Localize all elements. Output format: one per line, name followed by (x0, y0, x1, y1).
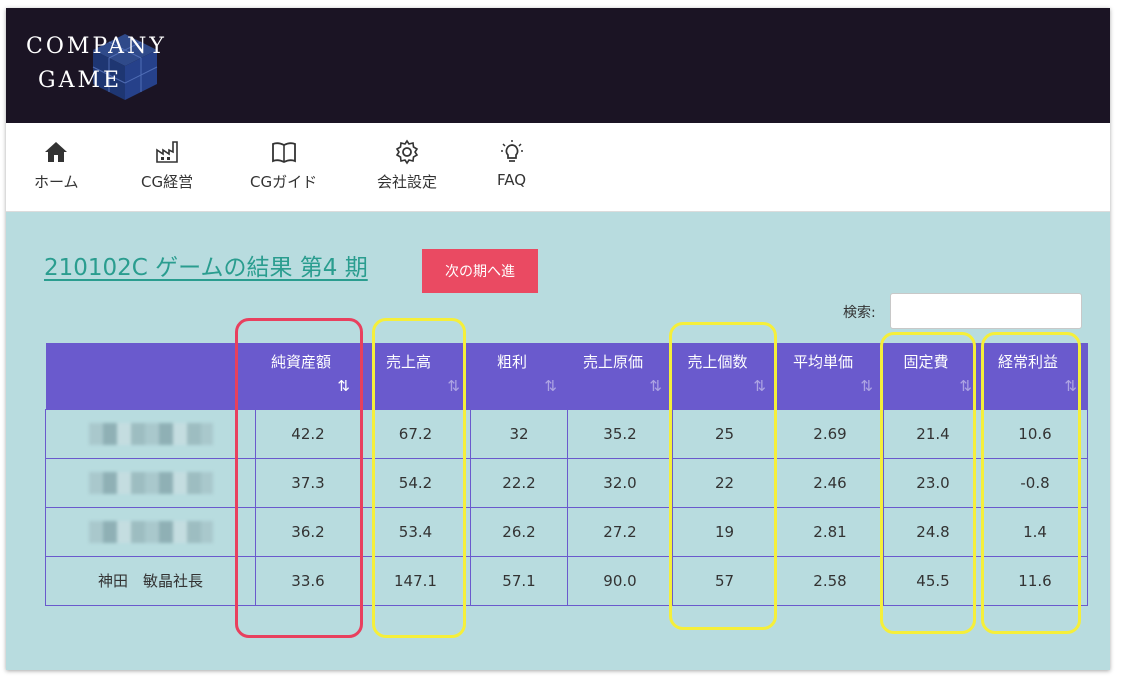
highlight-net-assets-red (235, 318, 363, 638)
table-cell: 57.1 (470, 555, 568, 606)
lightbulb-icon (500, 140, 523, 162)
next-period-button[interactable]: 次の期へ進 (422, 249, 538, 293)
nav-cg-guide[interactable]: CGガイド (250, 139, 317, 192)
page-title[interactable]: 210102C ゲームの結果 第4 期 (44, 248, 368, 282)
search-label: 検索: (843, 305, 876, 321)
nav-home-label: ホーム (34, 173, 79, 191)
logo-text-line2: GAME (38, 68, 123, 93)
sort-icon[interactable]: ⇅ (544, 377, 557, 395)
highlight-sales-yellow (372, 318, 466, 638)
table-cell: 26.2 (470, 506, 568, 557)
nav-home[interactable]: ホーム (34, 139, 79, 192)
app-window: COMPANY GAME ホーム CG経営 CGガイド 会社設定 FAQ 210… (6, 8, 1110, 670)
table-cell: 2.81 (776, 506, 884, 557)
highlight-units-sold-yellow (669, 322, 777, 630)
column-header-gross-profit[interactable]: 粗利 ⇅ (470, 343, 568, 409)
header-bar: COMPANY GAME (6, 8, 1110, 123)
search-input[interactable] (890, 293, 1082, 329)
company-game-logo[interactable]: COMPANY GAME (24, 24, 194, 104)
nav-faq-label: FAQ (497, 171, 527, 189)
table-cell: 32 (470, 408, 568, 459)
table-cell: 2.46 (776, 457, 884, 508)
nav-faq[interactable]: FAQ (497, 139, 526, 189)
highlight-fixed-costs-yellow (880, 332, 976, 634)
blurred-name (88, 422, 213, 445)
results-section: 210102C ゲームの結果 第4 期 次の期へ進 検索: 純資産額 ⇅ 売上高 ⇅… (6, 212, 1110, 670)
table-cell: 32.0 (567, 457, 673, 508)
book-icon (271, 142, 296, 164)
column-header-cost-of-sales[interactable]: 売上原価 ⇅ (567, 343, 673, 409)
player-name-cell: 神田 敏晶社長 (45, 555, 256, 606)
table-cell: 22.2 (470, 457, 568, 508)
player-name-cell (45, 506, 256, 557)
player-name-cell (45, 457, 256, 508)
nav-company-settings[interactable]: 会社設定 (377, 139, 437, 192)
column-header-name (45, 343, 256, 409)
gear-icon (395, 139, 419, 165)
blurred-name (88, 520, 213, 543)
sort-icon[interactable]: ⇅ (649, 377, 662, 395)
table-cell: 35.2 (567, 408, 673, 459)
nav-cg-management-label: CG経営 (141, 173, 194, 191)
main-nav: ホーム CG経営 CGガイド 会社設定 FAQ (6, 123, 1110, 212)
table-cell: 2.58 (776, 555, 884, 606)
player-name-cell (45, 408, 256, 459)
home-icon (45, 142, 68, 162)
column-header-average-price[interactable]: 平均単価 ⇅ (776, 343, 884, 409)
nav-company-settings-label: 会社設定 (377, 173, 438, 191)
nav-cg-guide-label: CGガイド (250, 173, 318, 191)
sort-icon[interactable]: ⇅ (860, 377, 873, 395)
table-cell: 2.69 (776, 408, 884, 459)
nav-cg-management[interactable]: CG経営 (141, 139, 193, 192)
highlight-ordinary-profit-yellow (981, 332, 1081, 634)
table-cell: 27.2 (567, 506, 673, 557)
factory-icon (156, 141, 178, 163)
logo-text-line1: COMPANY (26, 34, 167, 59)
table-cell: 90.0 (567, 555, 673, 606)
blurred-name (88, 471, 213, 494)
